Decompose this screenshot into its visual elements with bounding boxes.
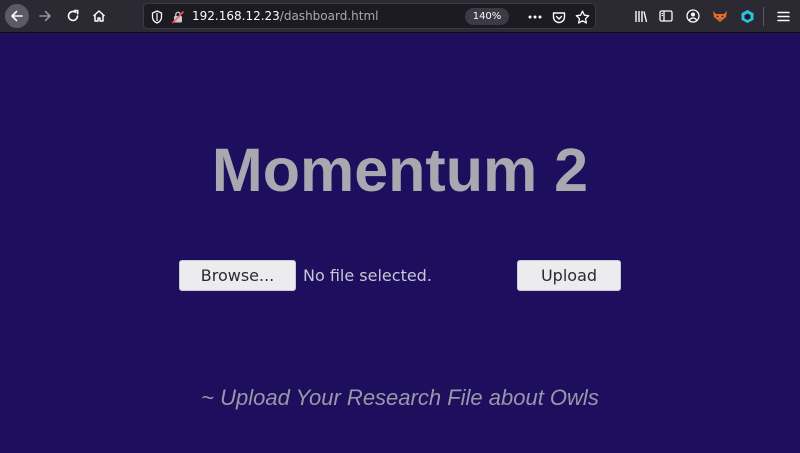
- toolbar-separator: [763, 7, 764, 26]
- library-button[interactable]: [629, 4, 653, 28]
- foxyproxy-icon: [713, 11, 727, 22]
- hamburger-menu-icon: [776, 11, 790, 21]
- url-path: /dashboard.html: [279, 9, 379, 23]
- browser-toolbar: 192.168.12.23/dashboard.html 140%: [0, 0, 800, 33]
- sidebar-icon: [659, 10, 673, 22]
- pocket-icon[interactable]: [551, 9, 567, 25]
- library-icon: [635, 10, 648, 22]
- extension-cube-icon: [741, 9, 753, 23]
- page-content: Momentum 2 Browse... No file selected. U…: [0, 33, 800, 453]
- reload-icon: [67, 9, 79, 22]
- page-subtitle: ~ Upload Your Research File about Owls: [201, 385, 599, 410]
- zoom-level-badge[interactable]: 140%: [465, 8, 509, 25]
- account-icon: [686, 9, 700, 23]
- url-bar[interactable]: 192.168.12.23/dashboard.html 140%: [143, 3, 596, 29]
- home-icon: [92, 10, 106, 22]
- sidebar-button[interactable]: [654, 4, 678, 28]
- foxyproxy-extension-button[interactable]: [708, 4, 732, 28]
- reload-button[interactable]: [61, 4, 85, 28]
- shield-icon[interactable]: [149, 9, 165, 25]
- home-button[interactable]: [87, 4, 111, 28]
- upload-button[interactable]: Upload: [517, 260, 621, 291]
- menu-button[interactable]: [771, 4, 795, 28]
- page-title: Momentum 2: [211, 136, 589, 204]
- url-text[interactable]: 192.168.12.23/dashboard.html: [192, 9, 378, 24]
- back-button[interactable]: [5, 4, 29, 28]
- more-dots-icon[interactable]: [527, 9, 543, 25]
- browse-button[interactable]: Browse...: [179, 260, 296, 291]
- account-button[interactable]: [681, 4, 705, 28]
- forward-arrow-icon: [39, 10, 51, 22]
- file-status-label: No file selected.: [303, 266, 432, 285]
- insecure-lock-icon[interactable]: [170, 9, 186, 25]
- cube-extension-button[interactable]: [735, 4, 759, 28]
- forward-button[interactable]: [33, 4, 57, 28]
- star-icon[interactable]: [574, 9, 590, 25]
- url-host: 192.168.12.23: [192, 9, 280, 23]
- back-arrow-icon: [11, 10, 23, 22]
